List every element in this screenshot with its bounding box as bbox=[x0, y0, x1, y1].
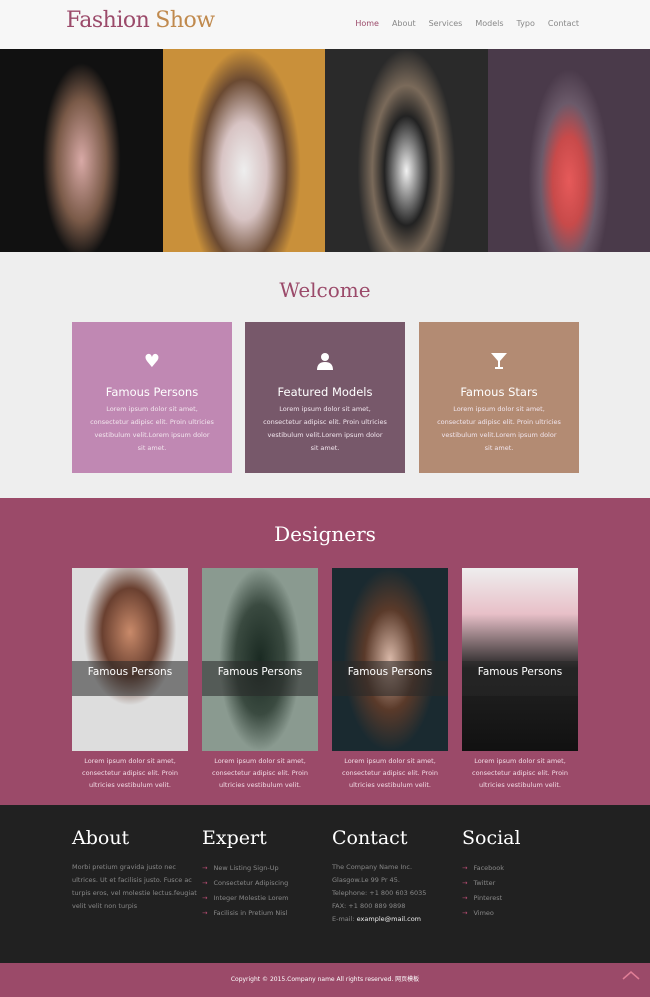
link-label: Facilisis in Pretium Nisl bbox=[213, 909, 288, 917]
contact-line: The Company Name Inc. bbox=[332, 863, 413, 871]
nav-services[interactable]: Services bbox=[429, 19, 463, 28]
nav-home[interactable]: Home bbox=[355, 19, 379, 28]
designer-text: Lorem ipsum dolor sit amet, consectetur … bbox=[82, 757, 178, 789]
logo-part2: Show bbox=[155, 8, 215, 33]
footer-about: About Morbi pretium gravida justo nec ul… bbox=[72, 827, 197, 913]
arrow-icon: → bbox=[202, 894, 208, 902]
contact-line: Telephone: +1 800 603 6035 bbox=[332, 889, 427, 897]
designer-photo: Famous Persons bbox=[202, 568, 318, 751]
card-title: Famous Stars bbox=[460, 385, 538, 399]
card-famous-persons[interactable]: ♥ Famous Persons Lorem ipsum dolor sit a… bbox=[72, 322, 232, 473]
contact-line: Glasgow.Le 99 Pr 45. bbox=[332, 876, 400, 884]
copyright-text: Copyright © 2015.Company name All rights… bbox=[230, 976, 420, 983]
footer-social: Social → Facebook → Twitter → Pinterest → Vi… bbox=[462, 827, 587, 921]
arrow-icon: → bbox=[202, 864, 208, 872]
designer-card[interactable]: Famous Persons Lorem ipsum dolor sit ame… bbox=[332, 568, 448, 791]
nav-about[interactable]: About bbox=[392, 19, 416, 28]
email-label: E-mail: bbox=[332, 915, 355, 923]
designer-text: Lorem ipsum dolor sit amet, consectetur … bbox=[342, 757, 438, 789]
designer-text: Lorem ipsum dolor sit amet, consectetur … bbox=[472, 757, 568, 789]
heart-icon: ♥ bbox=[143, 351, 161, 372]
designer-label: Famous Persons bbox=[202, 661, 318, 696]
designer-card[interactable]: Famous Persons Lorem ipsum dolor sit ame… bbox=[202, 568, 318, 791]
designer-text: Lorem ipsum dolor sit amet, consectetur … bbox=[212, 757, 308, 789]
footer: About Morbi pretium gravida justo nec ul… bbox=[0, 805, 650, 963]
nav-models[interactable]: Models bbox=[475, 19, 503, 28]
about-text: Morbi pretium gravida justo nec ultrices… bbox=[72, 863, 197, 910]
user-icon bbox=[245, 352, 405, 372]
contact-email: E-mail: example@mail.com bbox=[332, 913, 457, 926]
link-label: New Listing Sign-Up bbox=[213, 864, 279, 872]
footer-heading: Social bbox=[462, 827, 521, 849]
arrow-icon: → bbox=[462, 909, 468, 917]
card-text: Lorem ipsum dolor sit amet, consectetur … bbox=[263, 405, 387, 452]
card-featured-models[interactable]: Featured Models Lorem ipsum dolor sit am… bbox=[245, 322, 405, 473]
designer-label: Famous Persons bbox=[332, 661, 448, 696]
designer-photo: Famous Persons bbox=[72, 568, 188, 751]
arrow-icon: → bbox=[462, 879, 468, 887]
footer-heading: Contact bbox=[332, 827, 408, 849]
header: Fashion Show Home About Services Models T… bbox=[0, 0, 650, 49]
designer-card[interactable]: Famous Persons Lorem ipsum dolor sit ame… bbox=[462, 568, 578, 791]
link-label: Facebook bbox=[473, 864, 504, 872]
card-famous-stars[interactable]: Famous Stars Lorem ipsum dolor sit amet,… bbox=[419, 322, 579, 473]
social-link-twitter[interactable]: → Twitter bbox=[462, 876, 587, 891]
footer-contact: Contact The Company Name Inc. Glasgow.Le… bbox=[332, 827, 457, 926]
designer-photo: Famous Persons bbox=[462, 568, 578, 751]
link-label: Twitter bbox=[473, 879, 496, 887]
welcome-title: Welcome bbox=[279, 278, 371, 302]
designers-title: Designers bbox=[274, 522, 376, 546]
nav-contact[interactable]: Contact bbox=[548, 19, 579, 28]
social-link-facebook[interactable]: → Facebook bbox=[462, 861, 587, 876]
logo-part1: Fashion bbox=[66, 8, 150, 33]
link-label: Consectetur Adipiscing bbox=[213, 879, 289, 887]
nav-typo[interactable]: Typo bbox=[517, 19, 535, 28]
social-link-pinterest[interactable]: → Pinterest bbox=[462, 891, 587, 906]
link-label: Pinterest bbox=[473, 894, 503, 902]
logo[interactable]: Fashion Show bbox=[66, 8, 215, 33]
welcome-section: Welcome ♥ Famous Persons Lorem ipsum dol… bbox=[0, 252, 650, 498]
social-link-vimeo[interactable]: → Vimeo bbox=[462, 906, 587, 921]
hero-photo-1 bbox=[0, 49, 163, 252]
link-label: Integer Molestie Lorem bbox=[213, 894, 289, 902]
designer-card[interactable]: Famous Persons Lorem ipsum dolor sit ame… bbox=[72, 568, 188, 791]
hero-gallery bbox=[0, 49, 650, 252]
designers-section: Designers Famous Persons Lorem ipsum dol… bbox=[0, 498, 650, 805]
arrow-icon: → bbox=[462, 864, 468, 872]
expert-link[interactable]: → New Listing Sign-Up bbox=[202, 861, 327, 876]
glass-icon bbox=[419, 352, 579, 372]
expert-link[interactable]: → Consectetur Adipiscing bbox=[202, 876, 327, 891]
arrow-icon: → bbox=[202, 909, 208, 917]
footer-heading: Expert bbox=[202, 827, 267, 849]
expert-link[interactable]: → Facilisis in Pretium Nisl bbox=[202, 906, 327, 921]
hero-photo-3 bbox=[325, 49, 488, 252]
designer-photo: Famous Persons bbox=[332, 568, 448, 751]
footer-heading: About bbox=[72, 827, 130, 849]
card-text: Lorem ipsum dolor sit amet, consectetur … bbox=[437, 405, 561, 452]
expert-link[interactable]: → Integer Molestie Lorem bbox=[202, 891, 327, 906]
scroll-top-icon[interactable] bbox=[622, 969, 640, 983]
contact-line: FAX: +1 800 889 9898 bbox=[332, 902, 406, 910]
copyright-bar: Copyright © 2015.Company name All rights… bbox=[0, 963, 650, 997]
arrow-icon: → bbox=[202, 879, 208, 887]
card-title: Famous Persons bbox=[105, 385, 199, 399]
hero-photo-2 bbox=[162, 49, 325, 252]
arrow-icon: → bbox=[462, 894, 468, 902]
designer-label: Famous Persons bbox=[462, 661, 578, 696]
footer-expert: Expert → New Listing Sign-Up → Consectetur… bbox=[202, 827, 327, 921]
email-link[interactable]: example@mail.com bbox=[357, 915, 421, 923]
main-nav: Home About Services Models Typo Contact bbox=[355, 19, 579, 28]
card-title: Featured Models bbox=[277, 385, 373, 399]
designer-label: Famous Persons bbox=[72, 661, 188, 696]
link-label: Vimeo bbox=[473, 909, 494, 917]
hero-photo-4 bbox=[487, 49, 650, 252]
card-text: Lorem ipsum dolor sit amet, consectetur … bbox=[90, 405, 214, 452]
